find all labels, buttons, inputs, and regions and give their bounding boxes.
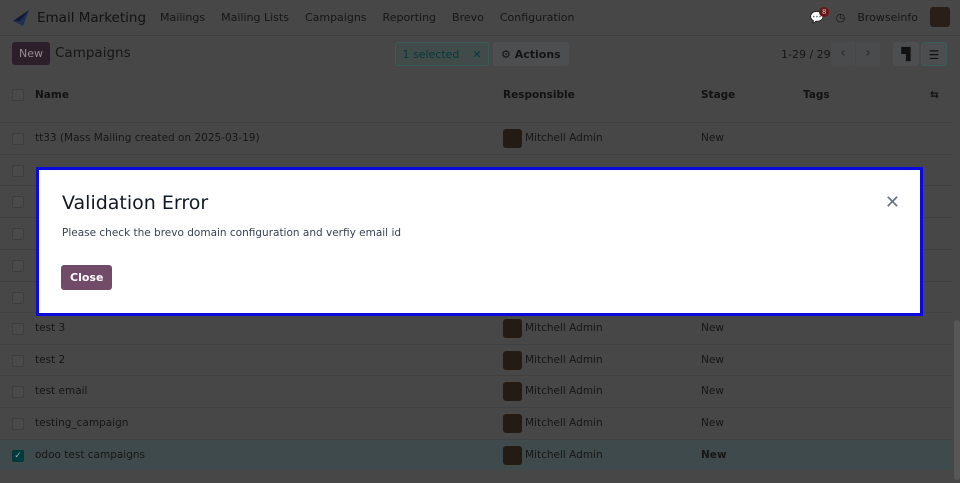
- row-stage: New: [701, 353, 724, 366]
- dialog-title: Validation Error: [62, 192, 209, 214]
- row-responsible: Mitchell Admin: [525, 322, 603, 334]
- selected-count: 1 selected: [402, 47, 460, 61]
- clear-selection-icon[interactable]: ✕: [472, 48, 481, 61]
- avatar: [503, 129, 522, 148]
- row-name: test email: [35, 385, 88, 398]
- top-navbar: Email Marketing Mailings Mailing Lists C…: [0, 0, 960, 36]
- row-responsible: Mitchell Admin: [525, 385, 603, 398]
- pager-next-icon[interactable]: ›: [856, 42, 880, 66]
- row-name: tt33 (Mass Mailing created on 2025-03-19…: [35, 132, 260, 144]
- row-checkbox[interactable]: [12, 133, 24, 145]
- optional-columns-icon[interactable]: ⇆: [930, 89, 939, 101]
- table-row[interactable]: testing_campaign Mitchell Admin New: [0, 407, 952, 439]
- close-button[interactable]: Close: [61, 265, 113, 290]
- column-responsible[interactable]: Responsible: [503, 89, 575, 101]
- table-row[interactable]: test 2 Mitchell Admin New: [0, 343, 952, 376]
- gear-icon: ⚙: [501, 47, 515, 61]
- table-row[interactable]: test email Mitchell Admin New: [0, 375, 952, 407]
- actions-label: Actions: [514, 47, 561, 61]
- kanban-view-icon[interactable]: ▜: [893, 42, 919, 66]
- avatar: [503, 414, 522, 434]
- row-name: test 3: [35, 322, 66, 334]
- list-view-icon[interactable]: ☰: [921, 42, 947, 66]
- row-checkbox[interactable]: [12, 354, 24, 367]
- menu-mailings[interactable]: Mailings: [160, 11, 205, 24]
- messages-button[interactable]: 💬 8: [810, 6, 830, 24]
- app-name[interactable]: Email Marketing: [37, 10, 146, 26]
- pager-value[interactable]: 1-29 / 29: [781, 48, 831, 61]
- close-icon[interactable]: ✕: [885, 192, 900, 213]
- row-checkbox[interactable]: [12, 323, 24, 335]
- row-stage: New: [701, 385, 724, 398]
- selection-indicator: 1 selected ✕: [395, 42, 489, 66]
- row-responsible: Mitchell Admin: [525, 448, 603, 461]
- row-checkbox[interactable]: [12, 291, 24, 304]
- page-title: Campaigns: [55, 45, 131, 61]
- user-avatar[interactable]: [930, 7, 950, 27]
- email-marketing-logo-icon: [13, 9, 29, 26]
- row-checkbox-checked[interactable]: ✓: [12, 449, 24, 462]
- column-stage[interactable]: Stage: [701, 89, 735, 101]
- row-name: testing_campaign: [35, 417, 129, 430]
- avatar: [503, 350, 522, 370]
- row-checkbox[interactable]: [12, 418, 24, 431]
- menu-mailing-lists[interactable]: Mailing Lists: [221, 11, 289, 24]
- row-stage: New: [701, 448, 727, 461]
- menu-campaigns[interactable]: Campaigns: [305, 11, 367, 24]
- column-tags[interactable]: Tags: [803, 89, 830, 101]
- new-button[interactable]: New: [12, 42, 50, 65]
- menu-brevo[interactable]: Brevo: [452, 11, 484, 24]
- row-responsible: Mitchell Admin: [525, 353, 603, 366]
- row-checkbox[interactable]: [12, 386, 24, 399]
- row-stage: New: [701, 322, 724, 334]
- menu-reporting[interactable]: Reporting: [383, 11, 436, 24]
- row-checkbox[interactable]: [12, 259, 24, 272]
- table-row-selected[interactable]: ✓ odoo test campaigns Mitchell Admin New: [0, 438, 952, 471]
- table-row[interactable]: test 3 Mitchell Admin New: [0, 312, 952, 344]
- row-responsible: Mitchell Admin: [525, 132, 603, 144]
- company-name[interactable]: Browseinfo: [857, 11, 918, 24]
- row-stage: New: [701, 132, 724, 144]
- avatar: [503, 445, 522, 465]
- select-all-checkbox[interactable]: [12, 89, 24, 101]
- row-responsible: Mitchell Admin: [525, 417, 603, 430]
- activity-clock-icon[interactable]: ◷: [836, 11, 846, 24]
- table-row[interactable]: tt33 (Mass Mailing created on 2025-03-19…: [0, 122, 952, 154]
- dialog-message: Please check the brevo domain configurat…: [62, 227, 402, 239]
- validation-error-dialog: Validation Error ✕ Please check the brev…: [36, 167, 923, 316]
- avatar: [503, 319, 522, 338]
- actions-button[interactable]: ⚙ Actions: [493, 42, 569, 66]
- avatar: [503, 382, 522, 402]
- row-name: test 2: [35, 353, 66, 366]
- row-checkbox[interactable]: [12, 164, 24, 177]
- menu-configuration[interactable]: Configuration: [500, 11, 575, 24]
- row-checkbox[interactable]: [12, 228, 24, 241]
- column-name[interactable]: Name: [35, 89, 69, 101]
- pager-previous-icon[interactable]: ‹: [831, 42, 855, 66]
- control-panel: New Campaigns 1 selected ✕ ⚙ Actions 1-29…: [0, 36, 960, 76]
- message-count-badge: 8: [819, 6, 830, 17]
- row-checkbox[interactable]: [12, 196, 24, 209]
- scrollbar[interactable]: [954, 320, 960, 480]
- row-name: odoo test campaigns: [35, 448, 146, 461]
- row-stage: New: [701, 417, 724, 430]
- table-header: Name Responsible Stage Tags ⇆: [0, 84, 960, 106]
